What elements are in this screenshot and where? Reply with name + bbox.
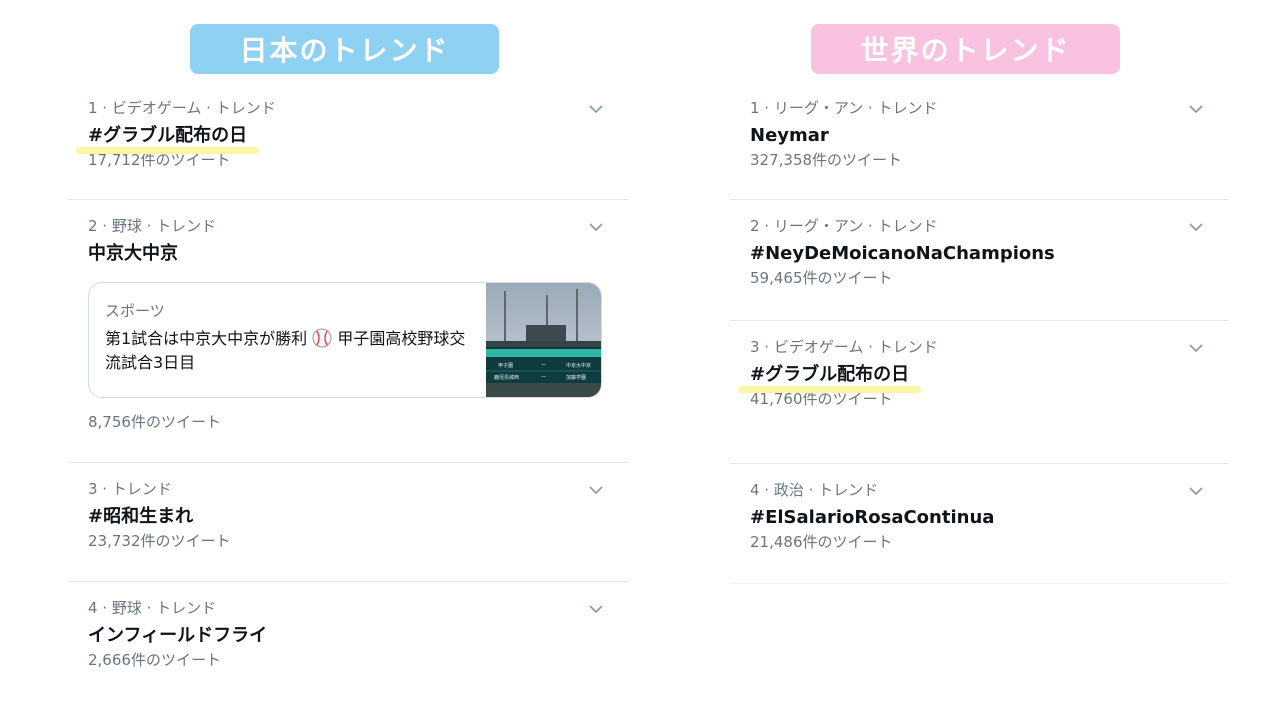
tweet-count: 2,666件のツイート — [88, 651, 221, 669]
trend-item[interactable]: 2 · リーグ・アン · トレンド #NeyDeMoicanoNaChampio… — [730, 200, 1229, 321]
trend-title[interactable]: インフィールドフライ — [88, 624, 267, 648]
tweet-count: 21,486件のツイート — [750, 533, 893, 551]
trend-title[interactable]: #ElSalarioRosaContinua — [750, 506, 994, 530]
trend-item[interactable]: 3 · ビデオゲーム · トレンド #グラブル配布の日 41,760件のツイート — [730, 321, 1229, 464]
news-card-category: スポーツ — [105, 302, 165, 320]
chevron-down-icon[interactable] — [589, 220, 603, 234]
scoreboard-team: 甲子園 — [498, 362, 513, 369]
trend-title[interactable]: #グラブル配布の日 — [738, 363, 922, 393]
tweet-count: 327,358件のツイート — [750, 151, 903, 169]
trend-item[interactable]: 1 · リーグ・アン · トレンド Neymar 327,358件のツイート — [730, 82, 1229, 200]
japan-trends-header: 日本のトレンド — [190, 24, 499, 74]
scoreboard-team: 鹿児島城西 — [494, 374, 519, 381]
world-trends-header: 世界のトレンド — [811, 24, 1120, 74]
world-trends-list: 1 · リーグ・アン · トレンド Neymar 327,358件のツイート 2… — [730, 82, 1229, 584]
japan-trends-list: 1 · ビデオゲーム · トレンド #グラブル配布の日 17,712件のツイート… — [68, 82, 629, 692]
trend-meta: 1 · リーグ・アン · トレンド — [750, 99, 938, 117]
scoreboard-team: 加藤学園 — [566, 374, 586, 381]
trend-item[interactable]: 4 · 政治 · トレンド #ElSalarioRosaContinua 21,… — [730, 464, 1229, 584]
scoreboard-separator: 一 — [541, 375, 546, 381]
trend-title[interactable]: Neymar — [750, 124, 829, 148]
trend-meta: 3 · トレンド — [88, 480, 172, 498]
chevron-down-icon[interactable] — [1189, 220, 1203, 234]
chevron-down-icon[interactable] — [589, 483, 603, 497]
tweet-count: 59,465件のツイート — [750, 269, 893, 287]
news-card-text: スポーツ 第1試合は中京大中京が勝利 甲子園高校野球交流試合3日目 — [89, 283, 486, 397]
scoreboard-separator: 一 — [541, 363, 546, 369]
scoreboard-image: 甲子園 一 中京大中京 鹿児島城西 一 加藤学園 — [486, 283, 601, 397]
chevron-down-icon[interactable] — [589, 102, 603, 116]
chevron-down-icon[interactable] — [1189, 102, 1203, 116]
trend-title[interactable]: #NeyDeMoicanoNaChampions — [750, 242, 1055, 266]
tweet-count: 23,732件のツイート — [88, 532, 231, 550]
news-card[interactable]: スポーツ 第1試合は中京大中京が勝利 甲子園高校野球交流試合3日目 甲子園 一 … — [88, 282, 602, 398]
trend-title-text: #グラブル配布の日 — [88, 125, 248, 146]
trend-item[interactable]: 3 · トレンド #昭和生まれ 23,732件のツイート — [68, 463, 629, 582]
news-card-headline: 第1試合は中京大中京が勝利 甲子園高校野球交流試合3日目 — [105, 328, 466, 372]
trend-meta: 2 · 野球 · トレンド — [88, 217, 217, 235]
chevron-down-icon[interactable] — [589, 602, 603, 616]
trend-title-text: #グラブル配布の日 — [750, 364, 910, 385]
tweet-count: 8,756件のツイート — [88, 413, 221, 431]
trend-title[interactable]: 中京大中京 — [88, 242, 178, 266]
highlight-marker — [76, 147, 260, 154]
trend-meta: 3 · ビデオゲーム · トレンド — [750, 338, 938, 356]
trend-item[interactable]: 2 · 野球 · トレンド 中京大中京 スポーツ 第1試合は中京大中京が勝利 甲… — [68, 200, 629, 463]
trend-meta: 2 · リーグ・アン · トレンド — [750, 217, 938, 235]
trend-meta: 4 · 野球 · トレンド — [88, 599, 217, 617]
trend-meta: 4 · 政治 · トレンド — [750, 481, 879, 499]
trend-item[interactable]: 4 · 野球 · トレンド インフィールドフライ 2,666件のツイート — [68, 582, 629, 692]
trend-title[interactable]: #昭和生まれ — [88, 505, 193, 529]
trend-item[interactable]: 1 · ビデオゲーム · トレンド #グラブル配布の日 17,712件のツイート — [68, 82, 629, 200]
chevron-down-icon[interactable] — [1189, 341, 1203, 355]
chevron-down-icon[interactable] — [1189, 484, 1203, 498]
trend-title[interactable]: #グラブル配布の日 — [76, 124, 260, 154]
baseball-emoji-icon — [312, 328, 332, 348]
scoreboard-team: 中京大中京 — [566, 362, 591, 369]
highlight-marker — [738, 386, 922, 393]
trend-meta: 1 · ビデオゲーム · トレンド — [88, 99, 276, 117]
